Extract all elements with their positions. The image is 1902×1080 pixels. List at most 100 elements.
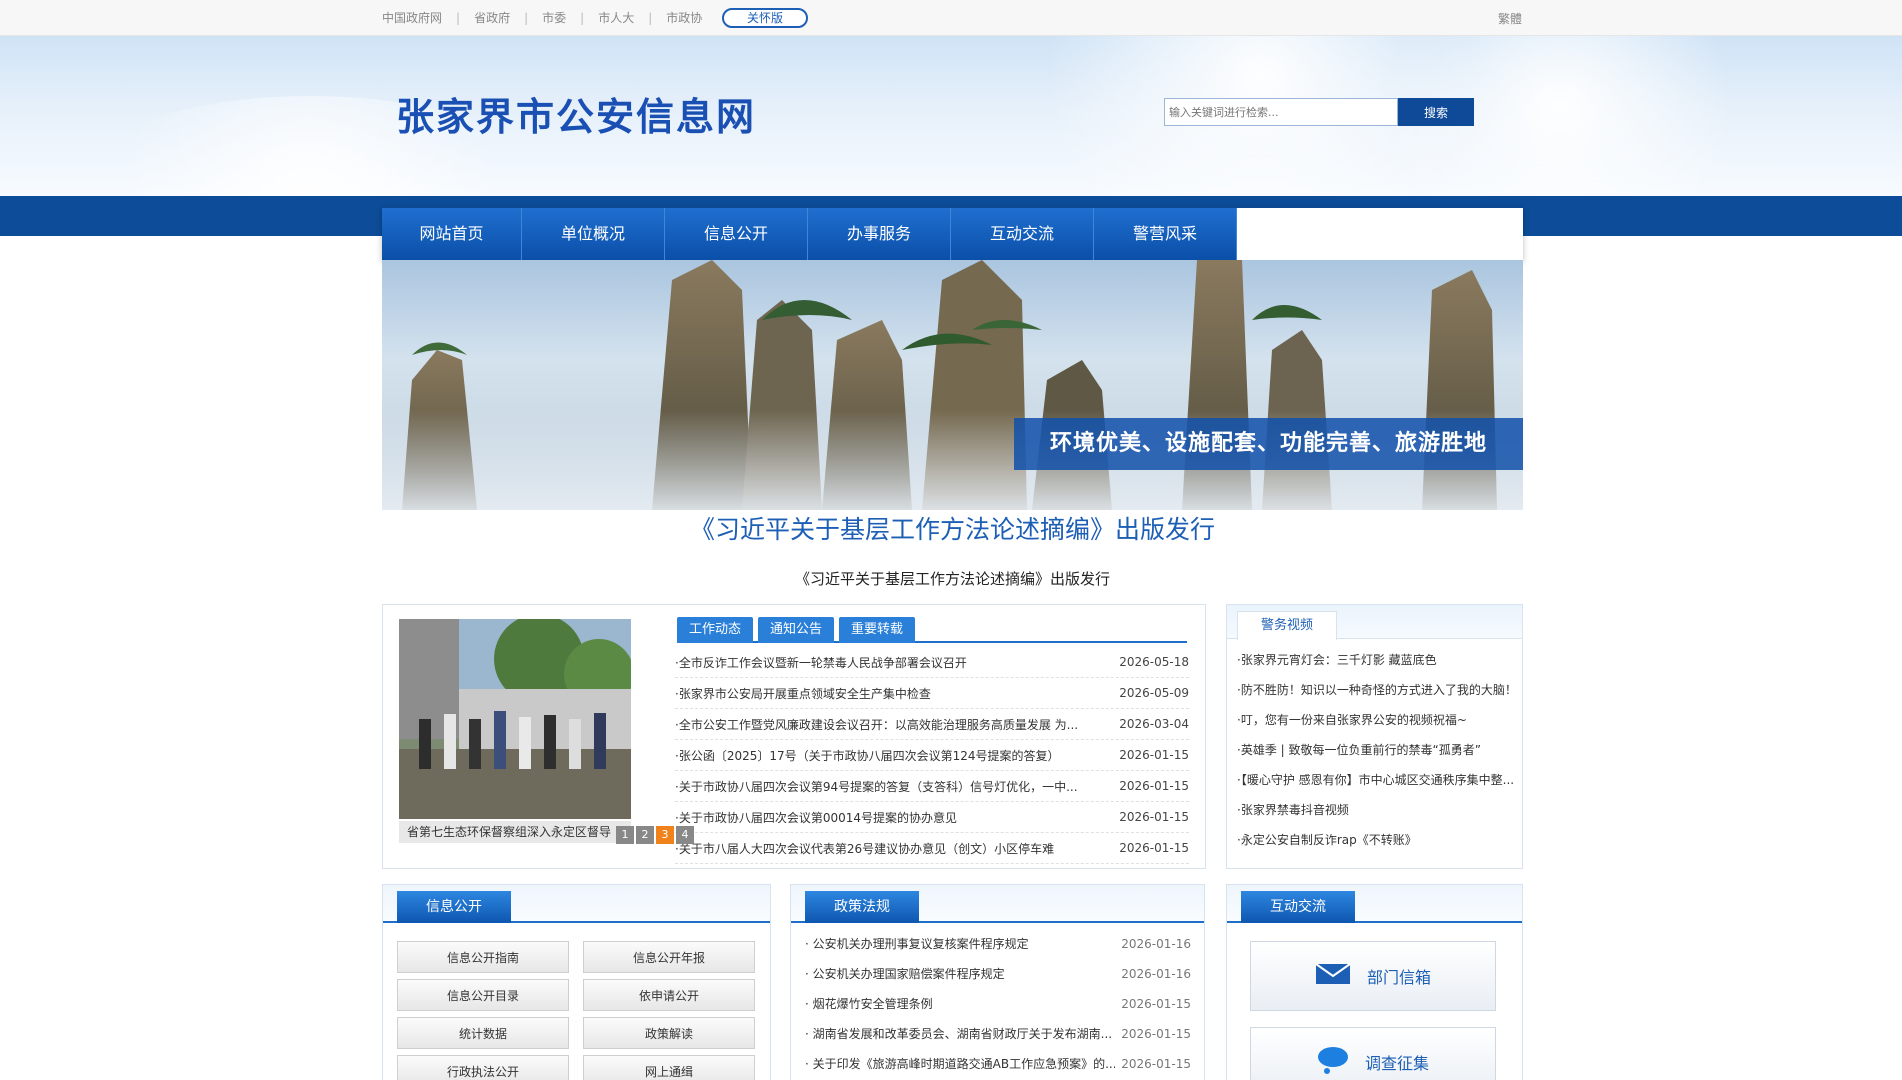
news-date: 2026-01-15 [1119, 779, 1189, 793]
department-mailbox-label: 部门信箱 [1366, 968, 1431, 987]
news-date: 2026-01-15 [1119, 841, 1189, 855]
list-item[interactable]: ·叮，您有一份来自张家界公安的视频祝福~ [1237, 705, 1519, 735]
policy-law-section: 政策法规 · 公安机关办理刑事复议复核案件程序规定 2026-01-16 · 公安… [790, 884, 1205, 1080]
policy-interpretation-button[interactable]: 政策解读 [583, 1017, 755, 1049]
link-province-gov[interactable]: 省政府 [474, 9, 510, 26]
list-item[interactable]: ·英雄季 | 致敬每一位负重前行的禁毒“孤勇者” [1237, 735, 1519, 765]
site-header: 张家界市公安信息网 搜索 [0, 36, 1902, 196]
statistics-button[interactable]: 统计数据 [397, 1017, 569, 1049]
banner-slogan: 环境优美、设施配套、功能完善、旅游胜地 [1014, 418, 1523, 470]
news-title: ·关于市八届人大四次会议代表第26号建议协办意见（创文）小区停车难 [675, 841, 1055, 856]
info-guide-button[interactable]: 信息公开指南 [397, 941, 569, 973]
news-date: 2026-05-18 [1119, 655, 1189, 669]
link-city-npc[interactable]: 市人大 [598, 9, 634, 26]
section-header: 信息公开 [383, 885, 770, 923]
info-annual-report-button[interactable]: 信息公开年报 [583, 941, 755, 973]
news-date: 2026-03-04 [1119, 717, 1189, 731]
list-item[interactable]: ·关于市政协八届四次会议第94号提案的答复（支答科）信号灯优化，一中... 202… [675, 771, 1189, 802]
list-item[interactable]: ·关于市政协八届四次会议第00014号提案的协办意见 2026-01-15 [675, 802, 1189, 833]
nav-item-home[interactable]: 网站首页 [382, 208, 522, 260]
care-mode-button[interactable]: 关怀版 [722, 8, 808, 28]
list-item[interactable]: · 烟花爆竹安全管理条例 2026-01-15 [805, 989, 1191, 1019]
law-title: · 烟花爆竹安全管理条例 [805, 997, 933, 1011]
law-enforcement-button[interactable]: 行政执法公开 [397, 1055, 569, 1080]
list-item[interactable]: ·永定公安自制反诈rap《不转账》 [1237, 825, 1519, 855]
department-mailbox-button[interactable]: 部门信箱 [1250, 941, 1496, 1011]
pager-dot-active[interactable]: 3 [656, 826, 674, 844]
tab-policy-law[interactable]: 政策法规 [805, 891, 919, 923]
link-separator: | [648, 10, 653, 25]
list-item[interactable]: · 公安机关办理国家赔偿案件程序规定 2026-01-16 [805, 959, 1191, 989]
link-city-cppcc[interactable]: 市政协 [666, 9, 702, 26]
apply-disclosure-button[interactable]: 依申请公开 [583, 979, 755, 1011]
news-list: ·全市反诈工作会议暨新一轮禁毒人民战争部署会议召开 2026-05-18 ·张家界… [675, 647, 1189, 864]
news-date: 2026-05-09 [1119, 686, 1189, 700]
news-tabs: 工作动态 通知公告 重要转载 [677, 617, 1187, 643]
list-item[interactable]: · 公安机关办理刑事复议复核案件程序规定 2026-01-16 [805, 929, 1191, 959]
tab-info-disclosure[interactable]: 信息公开 [397, 891, 511, 923]
list-item[interactable]: ·关于市八届人大四次会议代表第26号建议协办意见（创文）小区停车难 2026-01… [675, 833, 1189, 864]
list-item[interactable]: · 湖南省发展和改革委员会、湖南省财政厅关于发布湖南... 2026-01-15 [805, 1019, 1191, 1049]
list-item[interactable]: ·全市公安工作暨党风廉政建设会议召开：以高效能治理服务高质量发展 为... 202… [675, 709, 1189, 740]
pager-dot[interactable]: 4 [676, 826, 694, 844]
tab-notices[interactable]: 通知公告 [758, 617, 835, 643]
tab-interaction[interactable]: 互动交流 [1241, 891, 1355, 923]
pager-dot[interactable]: 1 [616, 826, 634, 844]
nav-item-interaction[interactable]: 互动交流 [951, 208, 1094, 260]
list-item[interactable]: ·全市反诈工作会议暨新一轮禁毒人民战争部署会议召开 2026-05-18 [675, 647, 1189, 678]
law-date: 2026-01-15 [1121, 1057, 1191, 1071]
law-title: · 公安机关办理刑事复议复核案件程序规定 [805, 937, 1029, 951]
interaction-section: 互动交流 部门信箱 调查征集 [1226, 884, 1523, 1080]
law-title: · 关于印发《旅游高峰时期道路交通AB工作应急预案》的... [805, 1057, 1115, 1071]
nav-item-disclosure[interactable]: 信息公开 [665, 208, 808, 260]
tab-reprints[interactable]: 重要转载 [839, 617, 916, 643]
nav-item-police-style[interactable]: 警营风采 [1094, 208, 1237, 260]
traditional-chinese-link[interactable]: 繁體 [1498, 10, 1522, 27]
news-photo-caption[interactable]: 省第七生态环保督察组深入永定区督导 [399, 821, 631, 843]
list-item[interactable]: ·张家界市公安局开展重点领域安全生产集中检查 2026-05-09 [675, 678, 1189, 709]
tab-work-updates[interactable]: 工作动态 [677, 617, 754, 643]
top-utility-bar: 中国政府网 | 省政府 | 市委 | 市人大 | 市政协 关怀版 繁體 [0, 0, 1902, 36]
hero-banner: 环境优美、设施配套、功能完善、旅游胜地 [382, 260, 1523, 510]
search-button[interactable]: 搜索 [1398, 98, 1474, 126]
link-separator: | [580, 10, 585, 25]
news-panel: 省第七生态环保督察组深入永定区督导 工作动态 通知公告 重要转载 ·全市反诈工作… [382, 604, 1206, 869]
law-title: · 公安机关办理国家赔偿案件程序规定 [805, 967, 1005, 981]
list-item[interactable]: ·张公函〔2025〕17号（关于市政协八届四次会议第124号提案的答复） 2026… [675, 740, 1189, 771]
list-item[interactable]: ·张家界禁毒抖音视频 [1237, 795, 1519, 825]
list-item[interactable]: ·张家界元宵灯会：三千灯影 藏蓝底色 [1237, 645, 1519, 675]
wanted-notice-button[interactable]: 网上通缉 [583, 1055, 755, 1080]
info-disclosure-section: 信息公开 信息公开指南 信息公开年报 信息公开目录 依申请公开 统计数据 政策解… [382, 884, 771, 1080]
news-title: ·全市反诈工作会议暨新一轮禁毒人民战争部署会议召开 [675, 655, 967, 670]
link-separator: | [524, 10, 529, 25]
news-title: ·张家界市公安局开展重点领域安全生产集中检查 [675, 686, 931, 701]
nav-item-overview[interactable]: 单位概况 [522, 208, 665, 260]
survey-button[interactable]: 调查征集 [1250, 1027, 1496, 1080]
chat-bubble-icon [1317, 1045, 1349, 1079]
list-item[interactable]: ·【暖心守护 感恩有你】市中心城区交通秩序集中整... [1237, 765, 1519, 795]
list-item[interactable]: ·防不胜防！知识以一种奇怪的方式进入了我的大脑！ [1237, 675, 1519, 705]
section-header: 政策法规 [791, 885, 1204, 923]
main-nav: 网站首页 单位概况 信息公开 办事服务 互动交流 警营风采 [382, 208, 1523, 260]
envelope-icon [1315, 963, 1351, 989]
list-item[interactable]: · 关于印发《旅游高峰时期道路交通AB工作应急预案》的... 2026-01-15 [805, 1049, 1191, 1079]
law-title: · 湖南省发展和改革委员会、湖南省财政厅关于发布湖南... [805, 1027, 1113, 1041]
info-catalog-button[interactable]: 信息公开目录 [397, 979, 569, 1011]
pager-dot[interactable]: 2 [636, 826, 654, 844]
photo-pager: 1 2 3 4 [614, 826, 694, 844]
law-date: 2026-01-16 [1121, 967, 1191, 981]
video-tab-bar: 警务视频 [1227, 605, 1522, 640]
news-photo[interactable] [399, 619, 631, 819]
nav-item-services[interactable]: 办事服务 [808, 208, 951, 260]
section-header: 互动交流 [1227, 885, 1522, 923]
news-photo-image [399, 619, 631, 819]
link-city-committee[interactable]: 市委 [542, 9, 566, 26]
tab-police-video[interactable]: 警务视频 [1237, 611, 1337, 640]
search-input[interactable] [1164, 98, 1398, 126]
news-title: ·关于市政协八届四次会议第94号提案的答复（支答科）信号灯优化，一中... [675, 779, 1078, 794]
search-box: 搜索 [1164, 98, 1474, 126]
headline-title[interactable]: 《习近平关于基层工作方法论述摘编》出版发行 [382, 510, 1523, 546]
news-title: ·关于市政协八届四次会议第00014号提案的协办意见 [675, 810, 957, 825]
link-gov-cn[interactable]: 中国政府网 [382, 9, 442, 26]
headline-subtitle[interactable]: 《习近平关于基层工作方法论述摘编》出版发行 [382, 568, 1523, 589]
